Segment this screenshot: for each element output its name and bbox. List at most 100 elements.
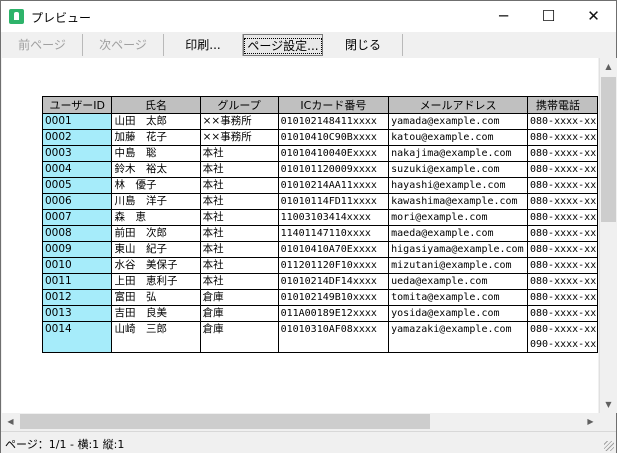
- cell-group: 本社: [199, 273, 279, 290]
- cell-email: mizutani@example.com: [388, 257, 528, 274]
- cell-name: 水谷 美保子: [111, 257, 201, 274]
- title-bar: プレビュー ─ ☐ ✕: [1, 1, 616, 32]
- scroll-up-icon[interactable]: ▲: [600, 58, 617, 75]
- cell-group: ××事務所: [199, 129, 279, 146]
- cell-name-text: 吉田 良美: [114, 307, 167, 319]
- cell-ic-card-text: 010101​14FD11xxxx: [280, 196, 377, 207]
- cell-ic-card-text: 01010310AF08xxxx: [280, 324, 377, 335]
- next-page-button[interactable]: 次ページ: [83, 34, 164, 56]
- cell-group: 本社: [199, 145, 279, 162]
- next-page-label: 次ページ: [99, 38, 147, 52]
- cell-ic-card: 010101​14FD11xxxx: [277, 193, 390, 210]
- cell-group-text: 倉庫: [202, 307, 224, 319]
- cell-mobile-text: 080-xxxx-xx: [530, 180, 597, 191]
- cell-user-id-text: 0014: [45, 323, 72, 335]
- table-row: 0012 富田 弘 倉庫 010102149B10xxxx tomita@example…: [41, 289, 598, 306]
- horizontal-scrollbar[interactable]: ◀ ▶: [2, 413, 599, 430]
- user-table: ユーザーID 氏名 グループ ICカード番号 メールアドレス 携帯電話 0001…: [41, 96, 598, 353]
- cell-email-text: yamazaki@example.com: [391, 324, 512, 335]
- cell-group: 倉庫: [199, 289, 279, 306]
- cell-mobile-text: 080-xxxx-xx: [530, 276, 597, 287]
- cell-user-id-text: 0001: [45, 115, 72, 127]
- table-row: 0007 森 恵 本社 11003103414xxxx mori@example.com…: [41, 209, 598, 226]
- cell-name: 前田 次郎: [111, 225, 201, 242]
- cell-user-id: 0007: [41, 209, 113, 226]
- cell-ic-card: 011201120F10xxxx: [277, 257, 390, 274]
- cell-mobile: 080-xxxx-xx: [527, 145, 598, 162]
- cell-email-text: tomita@example.com: [391, 292, 500, 303]
- cell-ic-card: 01010214DF14xxxx: [277, 273, 390, 290]
- vertical-scrollbar[interactable]: ▲ ▼: [599, 58, 617, 413]
- cell-name-text: 富田 弘: [114, 291, 157, 303]
- cell-ic-card: 01010410A70Exxxx: [277, 241, 390, 258]
- close-button[interactable]: 閉じる: [324, 34, 403, 56]
- horizontal-scroll-thumb[interactable]: [20, 414, 430, 429]
- cell-email-text: mizutani@example.com: [391, 260, 512, 271]
- cell-name-text: 林 優子: [114, 179, 157, 191]
- cell-mobile: 080-xxxx-xx: [527, 113, 598, 130]
- cell-name: 山崎 三郎: [111, 321, 201, 353]
- cell-mobile-text: 080-xxxx-xx: [530, 228, 597, 239]
- cell-group-text: 本社: [202, 147, 224, 159]
- preview-window: プレビュー ─ ☐ ✕ 前ページ 次ページ 印刷... ページ設定... 閉じる…: [0, 0, 617, 453]
- table-row: 0008 前田 次郎 本社 11401147110xxxx maeda@example.…: [41, 225, 598, 242]
- cell-group-text: 本社: [202, 243, 224, 255]
- cell-email: mori@example.com: [388, 209, 528, 226]
- scroll-corner: [599, 413, 616, 430]
- cell-group-text: 本社: [202, 179, 224, 191]
- cell-email-text: mori@example.com: [391, 212, 488, 223]
- header-user-id: ユーザーID: [41, 96, 113, 114]
- cell-mobile-text: 080-xxxx-xx: [530, 116, 597, 127]
- cell-mobile-text: 080-xxxx-xx: [530, 292, 597, 303]
- scroll-right-icon[interactable]: ▶: [582, 413, 599, 430]
- prev-page-button[interactable]: 前ページ: [2, 34, 83, 56]
- cell-name-text: 上田 恵利子: [114, 275, 178, 287]
- page-setup-button[interactable]: ページ設定...: [243, 34, 323, 56]
- cell-user-id: 0013: [41, 305, 113, 322]
- cell-group: 本社: [199, 209, 279, 226]
- cell-name: 東山 紀子: [111, 241, 201, 258]
- table-row: 0006 川島 洋子 本社 010101​14FD11xxxx kawashima@ex…: [41, 193, 598, 210]
- cell-user-id-text: 0005: [45, 179, 72, 191]
- cell-mobile-text: 080-xxxx-xx: [530, 148, 597, 159]
- header-email: メールアドレス: [388, 96, 528, 114]
- table-row: 0010 水谷 美保子 本社 011201120F10xxxx mizutani@exa…: [41, 257, 598, 274]
- cell-ic-card-text: 010101120009xxxx: [280, 164, 377, 175]
- cell-mobile: 080-xxxx-xx: [527, 177, 598, 194]
- cell-email: yamada@example.com: [388, 113, 528, 130]
- cell-mobile: 080-xxxx-xx: [527, 257, 598, 274]
- cell-email-text: hayashi@example.com: [391, 180, 506, 191]
- cell-email-text: higasiyama@example.com: [391, 244, 524, 255]
- prev-page-label: 前ページ: [18, 38, 66, 52]
- cell-group: 本社: [199, 241, 279, 258]
- cell-ic-card-text: 010102149B10xxxx: [280, 292, 377, 303]
- cell-group-text: ××事務所: [202, 131, 252, 143]
- cell-group-text: 本社: [202, 227, 224, 239]
- scroll-left-icon[interactable]: ◀: [2, 413, 19, 430]
- cell-ic-card: 11003103414xxxx: [277, 209, 390, 226]
- minimize-button[interactable]: ─: [481, 1, 526, 32]
- header-ic-card: ICカード番号: [277, 96, 390, 114]
- cell-name-text: 鈴木 裕太: [114, 163, 167, 175]
- print-button[interactable]: 印刷...: [164, 34, 243, 56]
- vertical-scroll-thumb[interactable]: [601, 77, 616, 222]
- cell-name-text: 川島 洋子: [114, 195, 167, 207]
- print-label: 印刷...: [185, 38, 221, 52]
- cell-user-id-text: 0006: [45, 195, 72, 207]
- table-body: 0001 山田 太郎 ××事務所 010102148411xxxx yamada@exa…: [41, 113, 598, 353]
- cell-name-text: 山田 太郎: [114, 115, 167, 127]
- cell-user-id-text: 0003: [45, 147, 72, 159]
- status-bar: ページ：1/1 - 横:1 縦:1: [1, 431, 616, 453]
- cell-user-id: 0006: [41, 193, 113, 210]
- resize-grip-icon[interactable]: [604, 441, 614, 451]
- close-window-button[interactable]: ✕: [571, 1, 616, 32]
- maximize-button[interactable]: ☐: [526, 1, 571, 32]
- cell-name: 森 恵: [111, 209, 201, 226]
- cell-email-text: suzuki@example.com: [391, 164, 500, 175]
- cell-ic-card-text: 010104​10C90Bxxxx: [280, 132, 377, 143]
- cell-ic-card-text: 011A00189E12xxxx: [280, 308, 377, 319]
- scroll-down-icon[interactable]: ▼: [600, 396, 617, 413]
- table-row: 0002 加藤 花子 ××事務所 010104​10C90Bxxxx katou@exa…: [41, 129, 598, 146]
- cell-ic-card-text: 01010410040Exxxx: [280, 148, 377, 159]
- cell-user-id-text: 0012: [45, 291, 72, 303]
